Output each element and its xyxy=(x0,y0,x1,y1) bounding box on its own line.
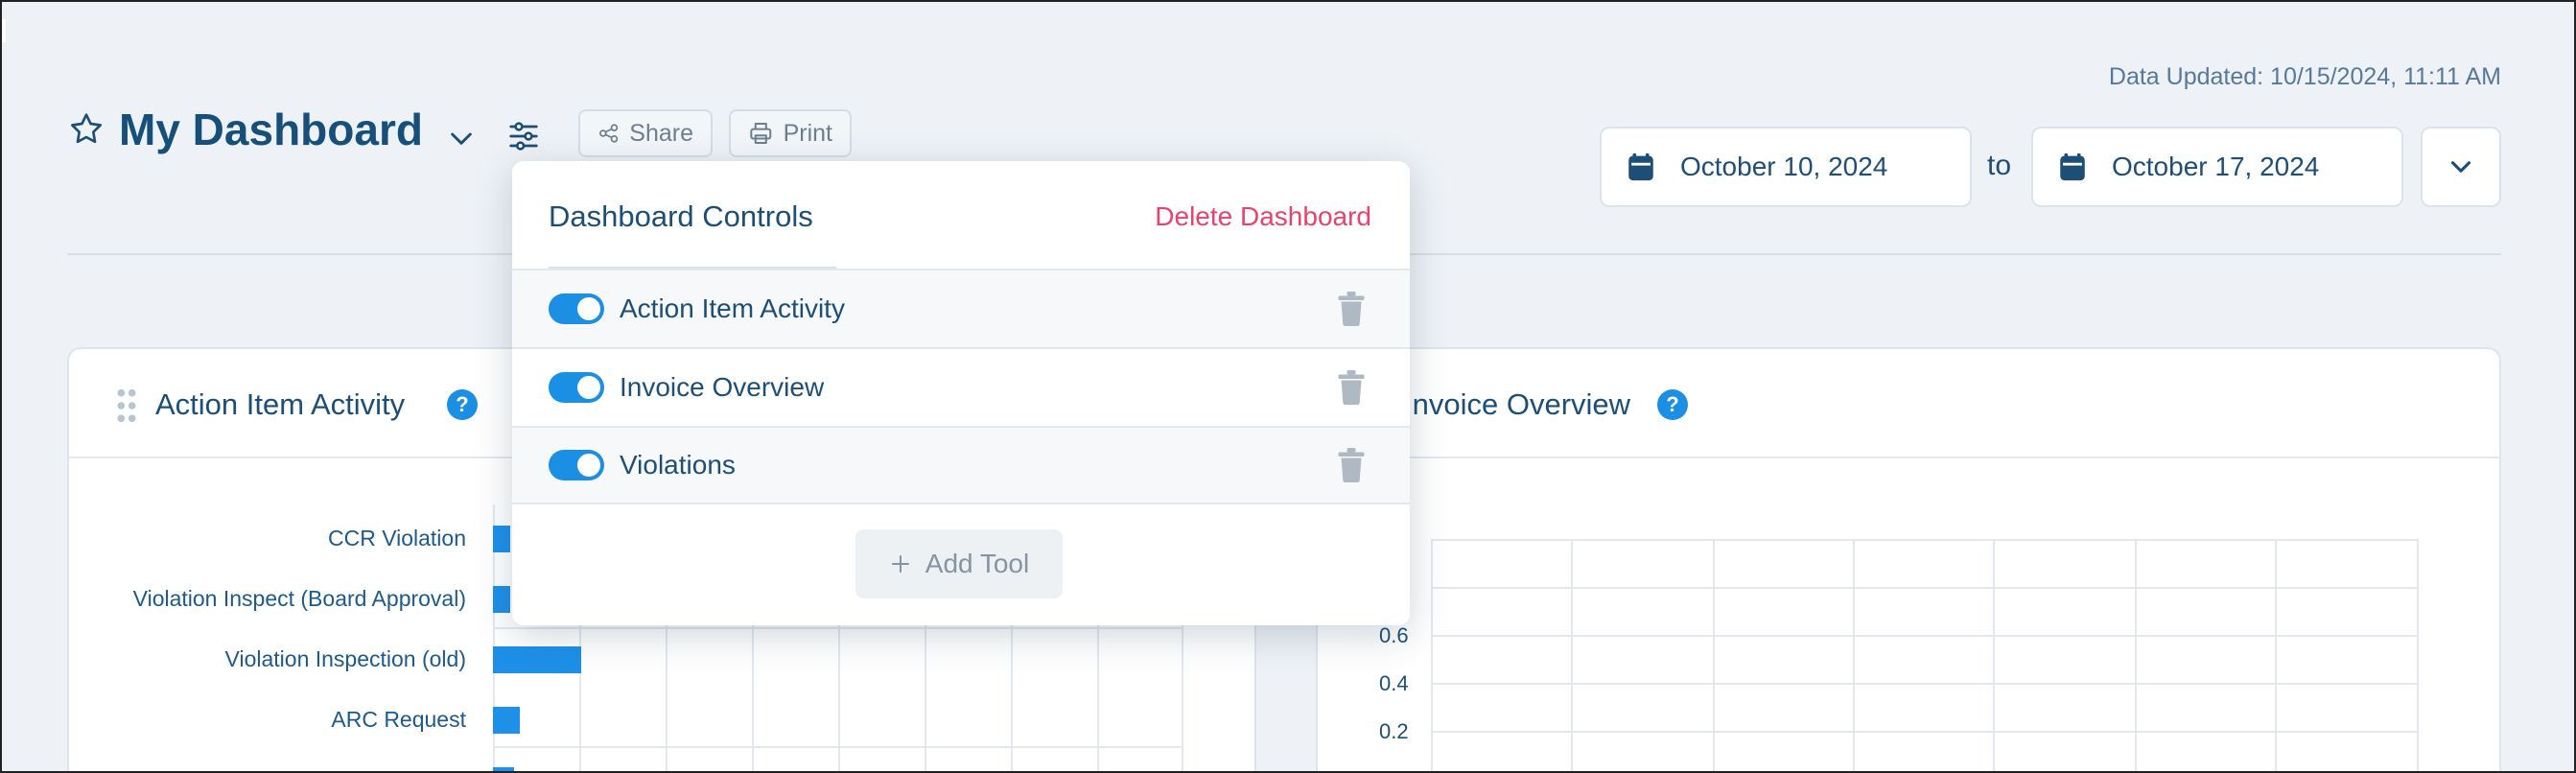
add-tool-label: Add Tool xyxy=(925,549,1030,578)
share-label: Share xyxy=(629,119,693,147)
tool-label: Invoice Overview xyxy=(620,372,825,402)
tool-toggle[interactable] xyxy=(549,293,604,324)
bar-label: Violation Inspect (Board Approval) xyxy=(132,586,466,611)
date-from-value: October 10, 2024 xyxy=(1680,152,1888,181)
bar xyxy=(493,707,520,734)
y-tick-label: 0.2 xyxy=(1379,719,1409,743)
bar xyxy=(493,526,510,552)
tool-label: Violations xyxy=(620,450,736,480)
bar xyxy=(493,646,581,673)
date-range-separator: to xyxy=(1987,150,2012,181)
y-tick-label: 0.4 xyxy=(1379,671,1409,695)
grid-line xyxy=(1853,539,1855,773)
favorite-star-icon[interactable] xyxy=(67,110,105,149)
tool-toggle[interactable] xyxy=(549,450,604,480)
grid-line xyxy=(1431,683,2419,685)
calendar-icon xyxy=(1628,152,1653,181)
popup-title: Dashboard Controls xyxy=(549,199,813,233)
trash-icon[interactable] xyxy=(1337,292,1366,326)
help-icon[interactable]: ? xyxy=(447,389,478,420)
plus-icon xyxy=(891,555,909,573)
grid-line xyxy=(1431,587,2419,589)
tool-row: Invoice Overview xyxy=(512,347,1410,426)
dashboard-controls-popup: Dashboard Controls Delete Dashboard Acti… xyxy=(512,161,1410,625)
y-tick-label: 0.6 xyxy=(1379,623,1409,647)
share-icon xyxy=(599,124,619,143)
date-to-field[interactable]: October 17, 2024 xyxy=(2031,127,2403,207)
date-from-field[interactable]: October 10, 2024 xyxy=(1600,127,1972,207)
printer-icon xyxy=(750,123,772,144)
bar-label: ARC Request xyxy=(331,707,466,732)
bar-label: CCR Violation xyxy=(327,526,466,550)
share-button[interactable]: Share xyxy=(578,109,713,157)
grid-line xyxy=(1431,539,1433,773)
date-to-value: October 17, 2024 xyxy=(2112,152,2320,181)
delete-dashboard-link[interactable]: Delete Dashboard xyxy=(1155,201,1371,232)
help-icon[interactable]: ? xyxy=(1657,389,1688,420)
data-updated-text: Data Updated: 10/15/2024, 11:11 AM xyxy=(2108,63,2501,90)
grid-line xyxy=(2135,539,2137,773)
add-tool-button[interactable]: Add Tool xyxy=(855,529,1063,598)
bar-label: Violation Inspection (old) xyxy=(224,646,466,671)
tool-toggle[interactable] xyxy=(549,372,604,403)
grid-line xyxy=(2417,539,2419,773)
grid-line xyxy=(1431,539,2419,541)
calendar-icon xyxy=(2060,152,2085,181)
page-title: My Dashboard xyxy=(119,105,423,154)
grid-line xyxy=(1431,731,2419,733)
chevron-down-icon xyxy=(2450,161,2471,173)
widget-invoice-overview: Invoice Overview ? 0.6 0.4 0.2 xyxy=(1316,347,2501,773)
widget-header: Invoice Overview ? xyxy=(1318,349,2499,458)
widget-title: Invoice Overview xyxy=(1404,387,1631,421)
widget-title: Action Item Activity xyxy=(155,387,406,421)
frame-notch xyxy=(2,19,6,42)
tool-row: Violations xyxy=(512,426,1410,504)
grid-line xyxy=(1431,635,2419,637)
tool-row: Action Item Activity xyxy=(512,269,1410,347)
grid-line xyxy=(2275,539,2277,773)
print-label: Print xyxy=(783,119,832,147)
tool-label: Action Item Activity xyxy=(620,293,845,323)
date-range-dropdown-button[interactable] xyxy=(2421,127,2501,207)
grid-line xyxy=(493,627,1183,629)
grid-line xyxy=(1993,539,1995,773)
grid-line xyxy=(1571,539,1573,773)
grid-line xyxy=(1713,539,1715,773)
chevron-down-icon[interactable] xyxy=(446,123,477,153)
print-button[interactable]: Print xyxy=(729,109,852,157)
bar xyxy=(493,586,510,613)
grid-line xyxy=(493,746,1183,748)
trash-icon[interactable] xyxy=(1337,370,1366,405)
drag-handle-icon[interactable] xyxy=(115,387,138,424)
sliders-icon[interactable] xyxy=(504,117,543,155)
trash-icon[interactable] xyxy=(1337,448,1366,482)
bar xyxy=(493,767,514,773)
